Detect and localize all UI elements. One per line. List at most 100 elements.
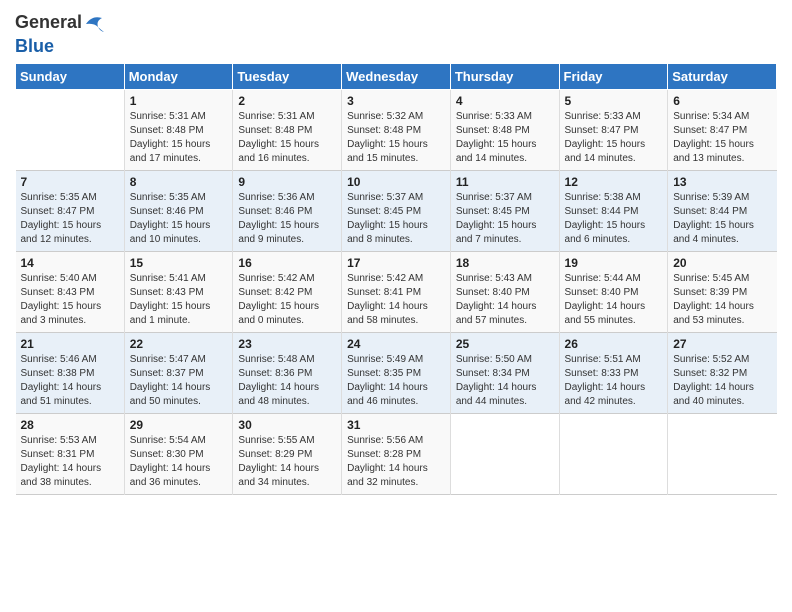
day-info: Sunrise: 5:44 AM Sunset: 8:40 PM Dayligh… <box>565 272 663 328</box>
calendar-cell: 11 Sunrise: 5:37 AM Sunset: 8:45 PM Dayli… <box>450 171 559 252</box>
day-number: 31 <box>347 418 445 432</box>
calendar-cell: 17 Sunrise: 5:42 AM Sunset: 8:41 PM Dayli… <box>342 252 451 333</box>
calendar-cell: 28 Sunrise: 5:53 AM Sunset: 8:31 PM Dayli… <box>16 414 125 495</box>
calendar-cell: 7 Sunrise: 5:35 AM Sunset: 8:47 PM Daylig… <box>16 171 125 252</box>
col-header-friday: Friday <box>559 64 668 90</box>
day-info: Sunrise: 5:39 AM Sunset: 8:44 PM Dayligh… <box>673 191 771 247</box>
day-info: Sunrise: 5:31 AM Sunset: 8:48 PM Dayligh… <box>238 110 336 166</box>
day-number: 27 <box>673 337 771 351</box>
calendar-cell: 10Sunrise: 5:37 AM Sunset: 8:45 PM Dayli… <box>342 171 451 252</box>
day-info: Sunrise: 5:56 AM Sunset: 8:28 PM Dayligh… <box>347 434 445 490</box>
calendar-cell: 4Sunrise: 5:33 AM Sunset: 8:48 PM Daylig… <box>450 90 559 171</box>
calendar-cell: 30 Sunrise: 5:55 AM Sunset: 8:29 PM Dayli… <box>233 414 342 495</box>
col-header-wednesday: Wednesday <box>342 64 451 90</box>
calendar-cell <box>16 90 125 171</box>
calendar-cell: 2 Sunrise: 5:31 AM Sunset: 8:48 PM Daylig… <box>233 90 342 171</box>
day-number: 25 <box>456 337 554 351</box>
day-info: Sunrise: 5:42 AM Sunset: 8:42 PM Dayligh… <box>238 272 336 328</box>
day-info: Sunrise: 5:40 AM Sunset: 8:43 PM Dayligh… <box>21 272 119 328</box>
col-header-sunday: Sunday <box>16 64 125 90</box>
day-info: Sunrise: 5:54 AM Sunset: 8:30 PM Dayligh… <box>130 434 228 490</box>
day-number: 28 <box>21 418 119 432</box>
calendar-cell: 9 Sunrise: 5:36 AM Sunset: 8:46 PM Daylig… <box>233 171 342 252</box>
calendar-cell: 26Sunrise: 5:51 AM Sunset: 8:33 PM Dayli… <box>559 333 668 414</box>
calendar-cell: 18Sunrise: 5:43 AM Sunset: 8:40 PM Dayli… <box>450 252 559 333</box>
week-row-1: 1Sunrise: 5:31 AM Sunset: 8:48 PM Daylig… <box>16 90 777 171</box>
day-number: 2 <box>238 94 336 108</box>
calendar-cell: 23 Sunrise: 5:48 AM Sunset: 8:36 PM Dayli… <box>233 333 342 414</box>
logo-blue: Blue <box>15 36 106 57</box>
calendar-cell: 3 Sunrise: 5:32 AM Sunset: 8:48 PM Daylig… <box>342 90 451 171</box>
day-number: 24 <box>347 337 445 351</box>
calendar-cell: 15 Sunrise: 5:41 AM Sunset: 8:43 PM Dayli… <box>124 252 233 333</box>
logo: General Blue <box>15 10 106 57</box>
calendar-cell: 20 Sunrise: 5:45 AM Sunset: 8:39 PM Dayli… <box>668 252 777 333</box>
calendar-table: SundayMondayTuesdayWednesdayThursdayFrid… <box>15 63 777 495</box>
day-info: Sunrise: 5:42 AM Sunset: 8:41 PM Dayligh… <box>347 272 445 328</box>
calendar-cell: 12Sunrise: 5:38 AM Sunset: 8:44 PM Dayli… <box>559 171 668 252</box>
week-row-3: 14Sunrise: 5:40 AM Sunset: 8:43 PM Dayli… <box>16 252 777 333</box>
calendar-cell: 19 Sunrise: 5:44 AM Sunset: 8:40 PM Dayli… <box>559 252 668 333</box>
day-info: Sunrise: 5:38 AM Sunset: 8:44 PM Dayligh… <box>565 191 663 247</box>
day-info: Sunrise: 5:52 AM Sunset: 8:32 PM Dayligh… <box>673 353 771 409</box>
day-info: Sunrise: 5:35 AM Sunset: 8:47 PM Dayligh… <box>21 191 119 247</box>
calendar-cell <box>559 414 668 495</box>
day-number: 17 <box>347 256 445 270</box>
calendar-body: 1Sunrise: 5:31 AM Sunset: 8:48 PM Daylig… <box>16 90 777 495</box>
day-info: Sunrise: 5:46 AM Sunset: 8:38 PM Dayligh… <box>21 353 119 409</box>
day-number: 19 <box>565 256 663 270</box>
col-header-monday: Monday <box>124 64 233 90</box>
day-info: Sunrise: 5:53 AM Sunset: 8:31 PM Dayligh… <box>21 434 119 490</box>
day-number: 9 <box>238 175 336 189</box>
week-row-2: 7 Sunrise: 5:35 AM Sunset: 8:47 PM Daylig… <box>16 171 777 252</box>
day-number: 7 <box>21 175 119 189</box>
calendar-cell: 27 Sunrise: 5:52 AM Sunset: 8:32 PM Dayli… <box>668 333 777 414</box>
day-number: 16 <box>238 256 336 270</box>
week-row-4: 21 Sunrise: 5:46 AM Sunset: 8:38 PM Dayli… <box>16 333 777 414</box>
day-number: 21 <box>21 337 119 351</box>
day-number: 3 <box>347 94 445 108</box>
page-header: General Blue <box>15 10 777 57</box>
calendar-cell: 21 Sunrise: 5:46 AM Sunset: 8:38 PM Dayli… <box>16 333 125 414</box>
day-info: Sunrise: 5:49 AM Sunset: 8:35 PM Dayligh… <box>347 353 445 409</box>
day-number: 15 <box>130 256 228 270</box>
day-number: 11 <box>456 175 554 189</box>
day-info: Sunrise: 5:36 AM Sunset: 8:46 PM Dayligh… <box>238 191 336 247</box>
calendar-cell: 14Sunrise: 5:40 AM Sunset: 8:43 PM Dayli… <box>16 252 125 333</box>
col-header-tuesday: Tuesday <box>233 64 342 90</box>
col-header-saturday: Saturday <box>668 64 777 90</box>
calendar-cell: 29 Sunrise: 5:54 AM Sunset: 8:30 PM Dayli… <box>124 414 233 495</box>
day-number: 4 <box>456 94 554 108</box>
logo-bird-icon <box>84 10 106 36</box>
day-info: Sunrise: 5:32 AM Sunset: 8:48 PM Dayligh… <box>347 110 445 166</box>
day-number: 20 <box>673 256 771 270</box>
calendar-cell: 6 Sunrise: 5:34 AM Sunset: 8:47 PM Daylig… <box>668 90 777 171</box>
day-number: 5 <box>565 94 663 108</box>
day-info: Sunrise: 5:37 AM Sunset: 8:45 PM Dayligh… <box>347 191 445 247</box>
day-info: Sunrise: 5:34 AM Sunset: 8:47 PM Dayligh… <box>673 110 771 166</box>
day-info: Sunrise: 5:43 AM Sunset: 8:40 PM Dayligh… <box>456 272 554 328</box>
day-number: 22 <box>130 337 228 351</box>
day-info: Sunrise: 5:31 AM Sunset: 8:48 PM Dayligh… <box>130 110 228 166</box>
logo-general: General <box>15 13 82 33</box>
week-row-5: 28 Sunrise: 5:53 AM Sunset: 8:31 PM Dayli… <box>16 414 777 495</box>
day-info: Sunrise: 5:55 AM Sunset: 8:29 PM Dayligh… <box>238 434 336 490</box>
day-info: Sunrise: 5:50 AM Sunset: 8:34 PM Dayligh… <box>456 353 554 409</box>
calendar-cell: 5 Sunrise: 5:33 AM Sunset: 8:47 PM Daylig… <box>559 90 668 171</box>
calendar-cell: 24 Sunrise: 5:49 AM Sunset: 8:35 PM Dayli… <box>342 333 451 414</box>
day-info: Sunrise: 5:48 AM Sunset: 8:36 PM Dayligh… <box>238 353 336 409</box>
col-header-thursday: Thursday <box>450 64 559 90</box>
day-number: 13 <box>673 175 771 189</box>
day-info: Sunrise: 5:33 AM Sunset: 8:47 PM Dayligh… <box>565 110 663 166</box>
day-number: 30 <box>238 418 336 432</box>
day-info: Sunrise: 5:45 AM Sunset: 8:39 PM Dayligh… <box>673 272 771 328</box>
day-number: 26 <box>565 337 663 351</box>
calendar-cell: 8Sunrise: 5:35 AM Sunset: 8:46 PM Daylig… <box>124 171 233 252</box>
day-number: 23 <box>238 337 336 351</box>
calendar-cell: 1Sunrise: 5:31 AM Sunset: 8:48 PM Daylig… <box>124 90 233 171</box>
day-info: Sunrise: 5:41 AM Sunset: 8:43 PM Dayligh… <box>130 272 228 328</box>
day-info: Sunrise: 5:37 AM Sunset: 8:45 PM Dayligh… <box>456 191 554 247</box>
day-number: 29 <box>130 418 228 432</box>
calendar-cell: 25 Sunrise: 5:50 AM Sunset: 8:34 PM Dayli… <box>450 333 559 414</box>
day-number: 6 <box>673 94 771 108</box>
